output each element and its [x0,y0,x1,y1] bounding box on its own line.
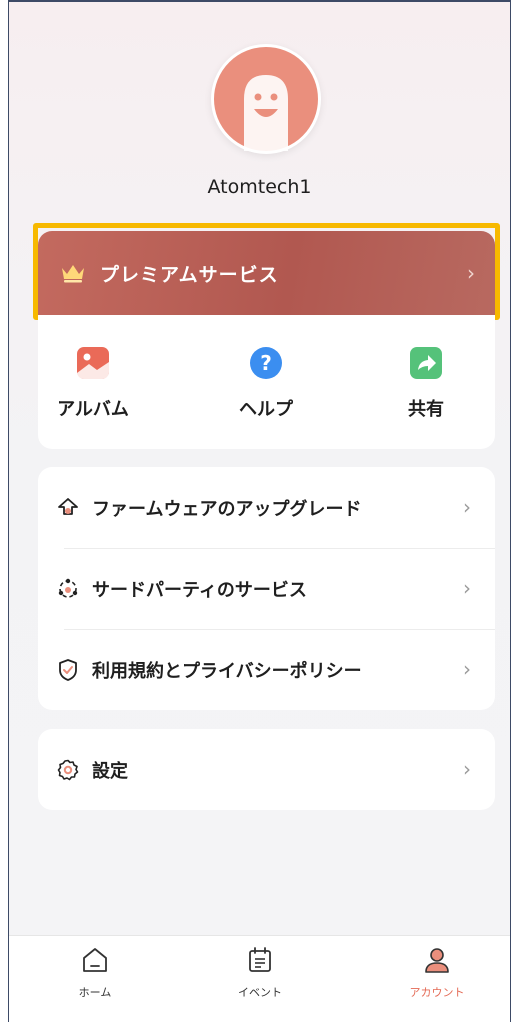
menu-item-label: 利用規約とプライバシーポリシー [92,660,362,682]
menu-list-card: ファームウェアのアップグレード › サードパーティのサービス › 利用規約とプラ… [38,467,495,710]
menu-item-firmware-upgrade[interactable]: ファームウェアのアップグレード › [38,467,495,548]
third-party-icon [58,578,78,598]
home-icon [83,948,107,972]
firmware-upgrade-icon [58,497,78,515]
top-border [9,0,510,2]
chevron-right-icon: › [463,657,471,681]
shield-check-icon [59,658,77,681]
tab-label: イベント [238,986,282,999]
quick-action-help[interactable]: ? ヘルプ [211,345,321,421]
album-icon [77,347,109,379]
quick-action-album[interactable]: アルバム [38,345,148,421]
quick-action-label: ヘルプ [239,399,293,420]
quick-action-label: 共有 [408,399,444,420]
help-icon: ? [250,347,282,379]
tab-label: ホーム [78,986,112,999]
premium-highlight-frame [33,223,500,320]
chevron-right-icon: › [463,495,471,519]
tab-account[interactable]: アカウント [397,944,477,1000]
settings-card: 設定 › [38,729,495,810]
quick-action-label: アルバム [57,399,129,420]
menu-item-third-party[interactable]: サードパーティのサービス › [38,548,495,629]
svg-text:?: ? [260,351,272,375]
menu-item-settings[interactable]: 設定 › [38,729,495,810]
calendar-icon [249,947,271,972]
gear-icon [57,759,79,780]
account-screen: Atomtech1 プレミアムサービス › アルバム ? ヘルプ 共有 ファーム… [8,0,511,1022]
quick-actions-card: アルバム ? ヘルプ 共有 [38,315,495,449]
chevron-right-icon: › [463,757,471,781]
chevron-right-icon: › [463,576,471,600]
menu-item-label: サードパーティのサービス [92,579,307,601]
tab-events[interactable]: イベント [220,944,300,1000]
menu-item-label: ファームウェアのアップグレード [92,498,362,520]
tab-home[interactable]: ホーム [55,944,135,1000]
quick-action-share[interactable]: 共有 [371,345,481,421]
menu-item-terms-privacy[interactable]: 利用規約とプライバシーポリシー › [38,629,495,710]
menu-item-label: 設定 [92,760,128,782]
tab-label: アカウント [409,986,465,999]
account-icon [425,948,449,973]
bottom-tab-bar: ホーム イベント アカウント [9,935,510,1022]
share-icon [410,347,442,379]
avatar-face-icon [244,75,288,151]
username: Atomtech1 [207,176,312,198]
avatar[interactable] [211,44,321,154]
